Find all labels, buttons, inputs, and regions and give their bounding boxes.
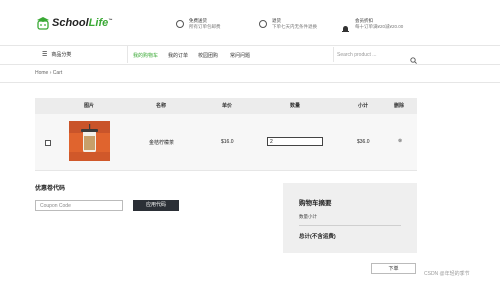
item-select-checkbox[interactable] (45, 140, 51, 146)
feature-desc: 下单七天内无条件退换 (272, 24, 317, 29)
column-header-quantity: 数量 (290, 103, 301, 109)
nav-item-cart[interactable]: 我的购物车 (133, 52, 158, 59)
apply-coupon-button[interactable]: 应用代码 (133, 200, 179, 211)
search-bar[interactable]: Search product ... (333, 47, 419, 64)
brand-name[interactable]: SchoolLife™ (52, 17, 112, 29)
breadcrumb: Home › Cart (35, 70, 62, 76)
nav-item-orders[interactable]: 我的订单 (168, 52, 188, 59)
summary-title: 购物车摘要 (299, 200, 332, 207)
nav-item-group-buy[interactable]: 校园团购 (198, 52, 218, 59)
nav-item-faq[interactable]: 常问问题 (230, 52, 250, 59)
checkout-button[interactable]: 下单 (371, 263, 416, 274)
menu-icon: ☰ (42, 52, 48, 58)
product-price: $16.0 (221, 139, 234, 145)
bell-icon (342, 20, 349, 32)
divider (0, 64, 500, 65)
breadcrumb-separator: › (49, 70, 52, 76)
product-image (69, 121, 110, 161)
check-icon (259, 20, 267, 28)
category-menu-button[interactable]: ☰ 商品分类 (35, 46, 128, 63)
watermark: CSDN @年轻的季节 (424, 271, 470, 277)
coupon-title: 优惠卷代码 (35, 186, 66, 192)
delete-icon[interactable]: ⊗ (398, 138, 402, 144)
column-header-price: 单价 (222, 103, 233, 109)
feature-desc: 每十订单满¥20减¥20.00 (355, 24, 404, 29)
coupon-input[interactable]: Coupon Code (35, 200, 123, 211)
breadcrumb-home[interactable]: Home (35, 70, 48, 76)
summary-total-label: 总计(不含运费) (299, 234, 336, 240)
search-input[interactable]: Search product ... (337, 52, 376, 58)
breadcrumb-current: Cart (52, 70, 63, 76)
divider (0, 82, 500, 83)
column-header-delete: 删除 (394, 103, 405, 109)
product-subtotal: $36.0 (357, 139, 370, 145)
brand-logo-icon[interactable] (36, 16, 50, 30)
column-header-image: 图片 (84, 103, 95, 109)
column-header-name: 名称 (156, 103, 167, 109)
feature-desc: 所有订单包邮费 (189, 24, 221, 29)
summary-subtotal-label: 数量小计 (299, 214, 317, 219)
globe-icon (176, 20, 184, 28)
category-label: 商品分类 (51, 52, 72, 58)
summary-divider (299, 225, 401, 226)
column-header-subtotal: 小计 (358, 103, 369, 109)
product-name[interactable]: 金桔柠檬茶 (149, 139, 174, 146)
search-icon[interactable] (410, 51, 417, 69)
quantity-input[interactable]: 2 (267, 137, 323, 146)
